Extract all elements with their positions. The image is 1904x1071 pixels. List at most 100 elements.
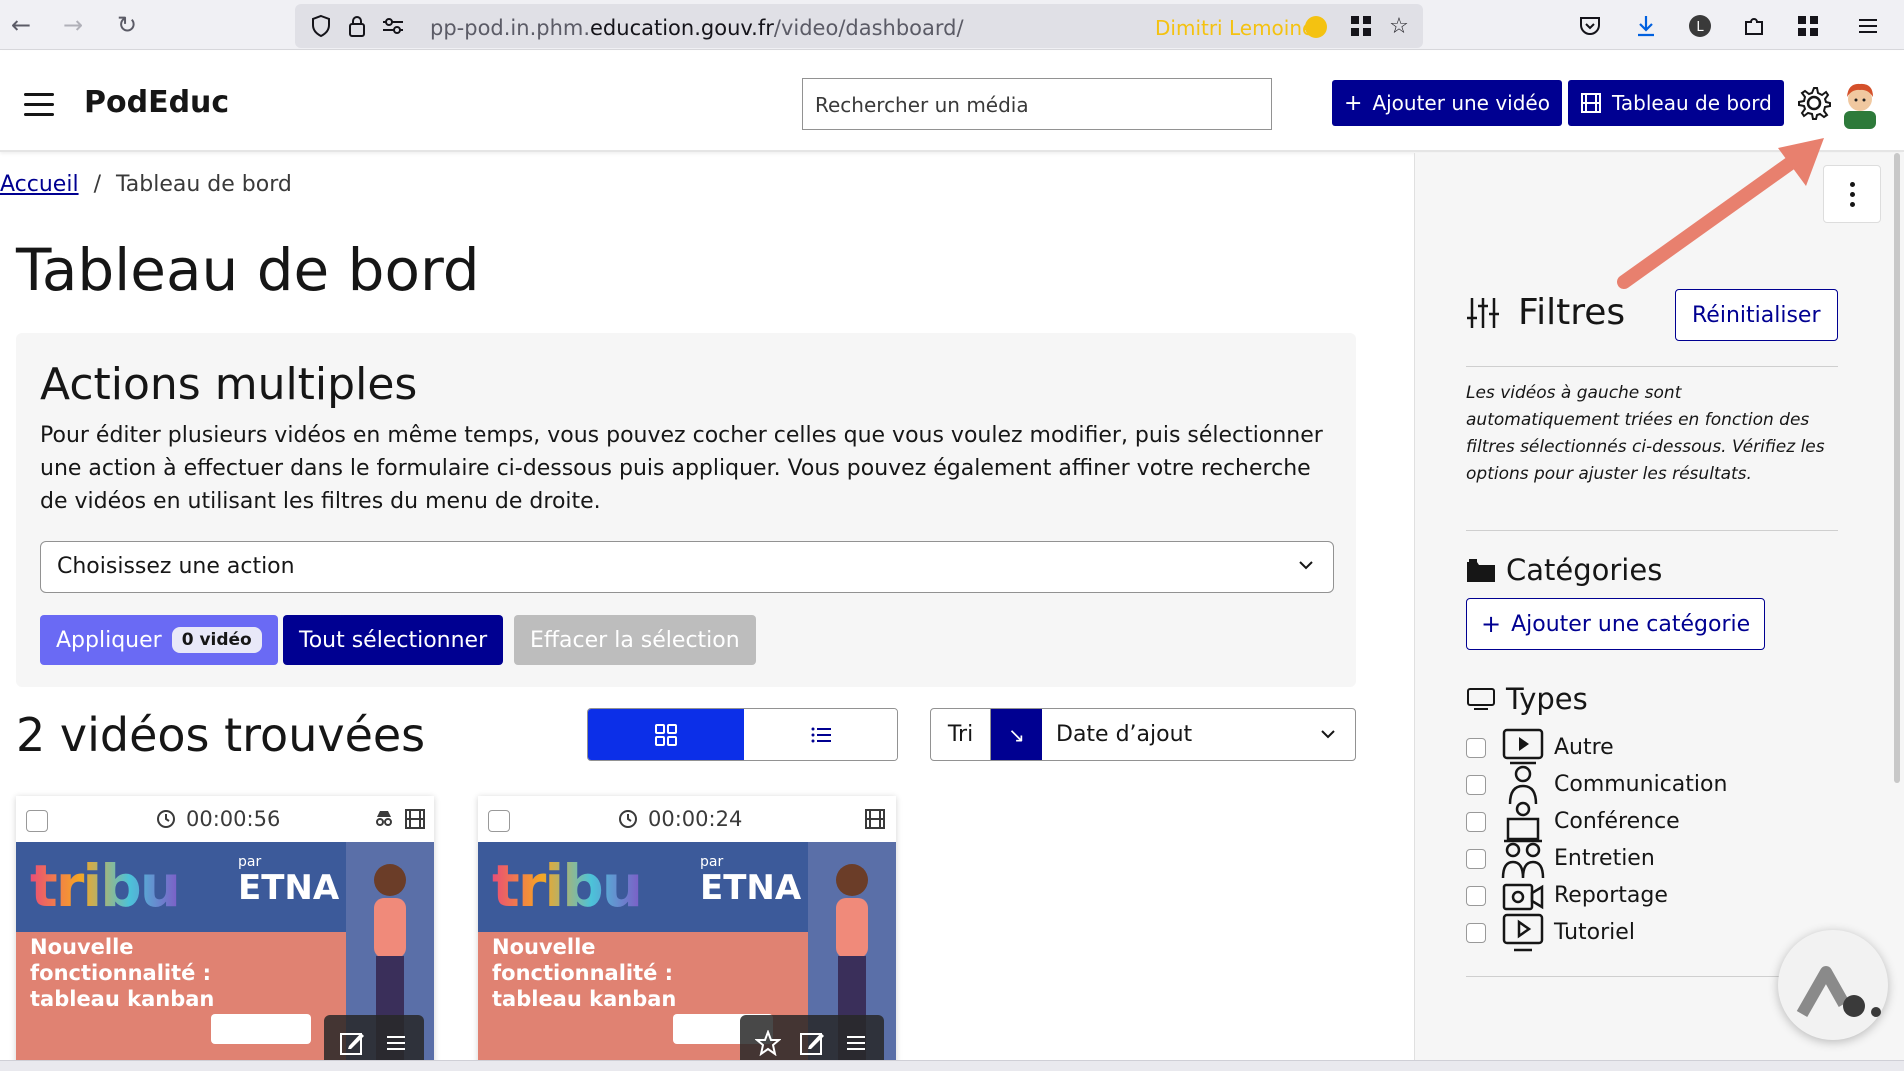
categories-title: Catégories: [1466, 553, 1662, 587]
video-card-header: 00:00:24: [478, 796, 896, 842]
container-user-label: Dimitri Lemoine: [1155, 16, 1315, 40]
menu-icon[interactable]: [1854, 12, 1882, 40]
url-domain: education.gouv.fr: [590, 16, 774, 40]
video-card-header: 00:00:56: [16, 796, 434, 842]
reload-icon[interactable]: ↻: [112, 10, 142, 40]
page-title: Tableau de bord: [16, 236, 480, 304]
apply-button[interactable]: Appliquer 0 vidéo: [40, 615, 278, 665]
brand-logo[interactable]: PodEduc: [84, 85, 229, 120]
sliders-icon: [1467, 297, 1499, 328]
user-avatar[interactable]: [1838, 77, 1882, 129]
video-card[interactable]: 00:00:56 tribu par ETNA Nouvelle fonctio…: [16, 796, 434, 1071]
annotation-arrow-icon: [1617, 138, 1824, 289]
type-checkbox[interactable]: [1466, 885, 1486, 906]
hamburger-menu-icon[interactable]: [24, 93, 54, 117]
type-label: Autre: [1554, 735, 1614, 760]
clock-icon: [157, 810, 175, 828]
permissions-icon[interactable]: [379, 12, 407, 40]
select-all-button[interactable]: Tout sélectionner: [283, 615, 504, 665]
types-title: Types: [1466, 682, 1588, 716]
url-prefix: pp-pod.in.phm.: [430, 16, 591, 40]
list-view-button[interactable]: [744, 709, 897, 760]
lock-icon[interactable]: [343, 12, 371, 40]
bookmark-star-icon[interactable]: ☆: [1385, 12, 1413, 40]
dashboard-button[interactable]: Tableau de bord: [1568, 80, 1784, 126]
extension-puzzle-icon[interactable]: [1740, 12, 1768, 40]
breadcrumb-current: Tableau de bord: [115, 172, 292, 197]
clear-selection-button[interactable]: Effacer la sélection: [514, 615, 756, 665]
video-thumbnail[interactable]: tribu par ETNA Nouvelle fonctionnalité :…: [16, 842, 434, 1071]
grid-view-button[interactable]: [588, 709, 744, 760]
more-options-icon[interactable]: [840, 1027, 872, 1059]
forward-icon[interactable]: →: [58, 10, 88, 40]
edit-icon[interactable]: [336, 1027, 368, 1059]
filters-title: Filtres: [1466, 292, 1625, 333]
type-filter-conference[interactable]: Conférence: [1466, 801, 1680, 842]
more-options-icon[interactable]: [380, 1027, 412, 1059]
tribu-logo: tribu: [492, 852, 643, 920]
type-filter-entretien[interactable]: Entretien: [1466, 840, 1655, 878]
video-type-film-icon: [864, 808, 886, 834]
action-select[interactable]: Choisissez une action: [40, 541, 1334, 593]
extensions-grid-icon[interactable]: [1347, 12, 1375, 40]
reset-filters-button[interactable]: Réinitialiser: [1675, 289, 1838, 341]
add-video-button[interactable]: + Ajouter une vidéo: [1332, 80, 1562, 126]
sort-select-value: Date d’ajout: [1056, 722, 1193, 747]
video-select-checkbox[interactable]: [26, 810, 48, 832]
list-view-icon: [811, 727, 831, 742]
assistant-widget[interactable]: [1778, 930, 1888, 1040]
type-filter-communication[interactable]: Communication: [1466, 765, 1727, 804]
bulk-actions-title: Actions multiples: [40, 359, 418, 410]
video-player-icon: [1502, 728, 1544, 764]
add-category-button[interactable]: + Ajouter une catégorie: [1466, 598, 1766, 650]
categories-title-text: Catégories: [1506, 553, 1663, 587]
chevron-down-icon: [1321, 730, 1335, 739]
settings-gear-icon[interactable]: [1796, 85, 1832, 121]
page-scrollbar[interactable]: [1894, 153, 1900, 783]
tribu-logo-text: tribu: [492, 852, 643, 920]
back-icon[interactable]: ←: [6, 10, 36, 40]
speaker-person-icon: [1508, 765, 1538, 804]
address-bar[interactable]: pp-pod.in.phm.education.gouv.fr/video/da…: [295, 4, 1423, 48]
monitor-icon: [1467, 688, 1495, 710]
breadcrumb-home-link[interactable]: Accueil: [0, 172, 79, 197]
search-input[interactable]: Rechercher un média: [802, 78, 1272, 130]
duration-text: 00:00:56: [186, 807, 281, 831]
type-filter-reportage[interactable]: Reportage: [1466, 877, 1668, 914]
type-filter-tutoriel[interactable]: Tutoriel: [1466, 913, 1635, 951]
account-avatar-icon[interactable]: L: [1686, 12, 1714, 40]
breadcrumb-separator: /: [93, 172, 101, 197]
svg-text:L: L: [1696, 20, 1704, 35]
tribu-logo-text: tribu: [30, 852, 181, 920]
add-category-label: Ajouter une catégorie: [1511, 611, 1751, 637]
edit-icon[interactable]: [796, 1027, 828, 1059]
shield-icon[interactable]: [307, 12, 335, 40]
selected-count-badge: 0 vidéo: [171, 627, 262, 653]
tutorial-screen-icon: [1502, 913, 1544, 951]
apps-grid-icon[interactable]: [1794, 12, 1822, 40]
video-card[interactable]: 00:00:24 tribu par ETNA Nouvelle fonctio…: [478, 796, 896, 1071]
sort-select[interactable]: Date d’ajout: [1042, 709, 1355, 760]
type-checkbox[interactable]: [1466, 774, 1486, 795]
url-path: /video/dashboard/: [773, 16, 964, 40]
type-label: Reportage: [1554, 883, 1668, 908]
type-checkbox[interactable]: [1466, 848, 1486, 869]
dashboard-label: Tableau de bord: [1612, 91, 1772, 115]
type-checkbox[interactable]: [1466, 737, 1486, 758]
type-filter-autre[interactable]: Autre: [1466, 728, 1614, 766]
url-text[interactable]: pp-pod.in.phm.education.gouv.fr/video/da…: [430, 16, 964, 40]
type-checkbox[interactable]: [1466, 811, 1486, 832]
bulk-actions-panel: Actions multiples Pour éditer plusieurs …: [16, 333, 1356, 687]
view-toggle: [587, 708, 898, 761]
bottom-status-bar: [0, 1060, 1904, 1071]
video-thumbnail[interactable]: tribu par ETNA Nouvelle fonctionnalité :…: [478, 842, 896, 1071]
type-checkbox[interactable]: [1466, 922, 1486, 943]
pocket-icon[interactable]: [1576, 12, 1604, 40]
sort-direction-button[interactable]: ↘: [991, 709, 1042, 760]
download-icon[interactable]: [1632, 12, 1660, 40]
divider: [1466, 530, 1838, 531]
favorite-star-icon[interactable]: [752, 1027, 784, 1059]
type-label: Tutoriel: [1554, 920, 1635, 945]
video-select-checkbox[interactable]: [488, 810, 510, 832]
type-label: Entretien: [1554, 846, 1655, 871]
